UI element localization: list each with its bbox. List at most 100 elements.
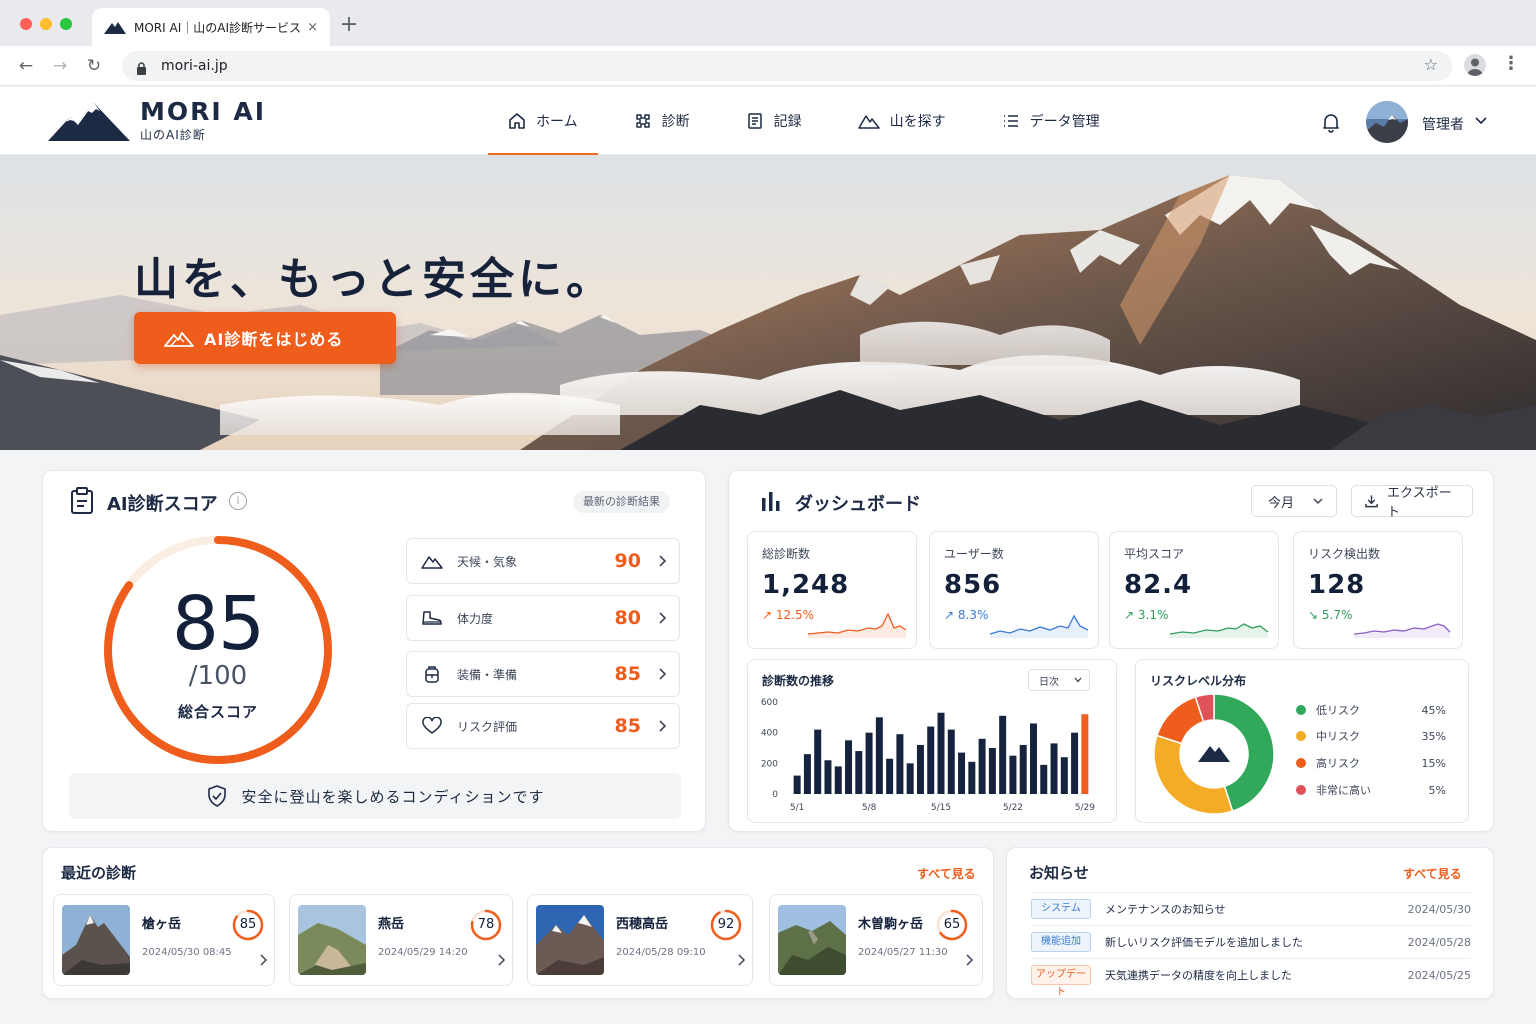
stat-value: 128	[1308, 570, 1366, 600]
address-bar[interactable]: mori-ai.jp ☆	[122, 51, 1452, 81]
bell-icon[interactable]	[1320, 111, 1342, 133]
nav-data-management[interactable]: データ管理	[982, 87, 1120, 155]
chevron-right-icon	[659, 612, 667, 624]
metric-risk[interactable]: リスク評価 85	[406, 703, 680, 749]
dashboard-card: ダッシュボード 今月 エクスポート 総診断数 1,248 ↗ 12.5% ユーザ…	[728, 470, 1494, 832]
stat-risk-detections: リスク検出数 128 ↘ 5.7%	[1293, 531, 1463, 649]
nav-data-management-label: データ管理	[1029, 114, 1100, 130]
nav-home[interactable]: ホーム	[488, 87, 598, 156]
recent-mountain-name: 西穂高岳	[616, 917, 669, 932]
nav-record[interactable]: 記録	[726, 87, 822, 155]
stat-change: ↗ 3.1%	[1124, 608, 1169, 622]
period-select-value: 今月	[1268, 495, 1295, 511]
browser-tab-bar: MORI AI｜山のAI診断サービス × +	[0, 0, 1536, 46]
stat-label: リスク検出数	[1308, 547, 1381, 561]
latest-result-badge: 最新の診断結果	[573, 491, 670, 513]
new-tab-button[interactable]: +	[338, 12, 360, 38]
total-score-label: 総合スコア	[177, 703, 258, 721]
period-select[interactable]: 今月	[1251, 485, 1337, 517]
tab-close-icon[interactable]: ×	[307, 20, 318, 35]
legend-swatch	[1296, 785, 1306, 795]
chevron-down-icon[interactable]	[1474, 113, 1488, 127]
info-icon[interactable]: i	[229, 492, 247, 510]
chevron-right-icon	[966, 954, 974, 966]
metric-value: 80	[614, 607, 641, 629]
trend-bar	[1060, 757, 1068, 794]
news-title: お知らせ	[1029, 864, 1089, 882]
news-date: 2024/05/30	[1407, 902, 1471, 916]
stat-change: ↗ 8.3%	[944, 608, 989, 622]
metric-value: 85	[614, 663, 641, 685]
recent-diagnoses-card: 最近の診断 すべて見る 槍ヶ岳 2024/05/30 08:45 85 燕岳 2…	[42, 847, 994, 999]
home-icon	[509, 113, 525, 129]
news-tag: 機能追加	[1031, 932, 1091, 952]
news-item[interactable]: 機能追加 新しいリスク評価モデルを追加しました 2024/05/28	[1031, 925, 1471, 958]
stat-average-score: 平均スコア 82.4 ↗ 3.1%	[1109, 531, 1279, 649]
metric-stamina[interactable]: 体力度 80	[406, 595, 680, 641]
reload-button[interactable]: ↻	[82, 54, 106, 78]
nav-diagnosis[interactable]: 診断	[614, 87, 710, 155]
legend-label: 高リスク	[1316, 757, 1360, 770]
logo-subtitle: 山のAI診断	[140, 127, 206, 142]
legend-swatch	[1296, 758, 1306, 768]
recent-item[interactable]: 槍ヶ岳 2024/05/30 08:45 85	[53, 894, 275, 986]
start-diagnosis-button[interactable]: AI診断をはじめる	[134, 312, 396, 364]
metric-label: 体力度	[457, 611, 494, 626]
ai-score-title: AI診断スコア	[107, 494, 218, 515]
export-button[interactable]: エクスポート	[1351, 485, 1473, 520]
news-card: お知らせ すべて見る システム メンテナンスのお知らせ 2024/05/30 機…	[1006, 847, 1494, 999]
trend-bar	[1071, 732, 1079, 794]
trend-bar	[793, 775, 801, 794]
recent-date: 2024/05/28 09:10	[616, 947, 706, 958]
legend-item: 非常に高い 5%	[1296, 782, 1446, 798]
risk-distribution-card: リスクレベル分布 低リスク 45% 中リスク 35% 高リスク 15% 非常に高い 5%	[1135, 659, 1469, 823]
bookmark-star-icon[interactable]: ☆	[1424, 55, 1438, 74]
news-item[interactable]: システム メンテナンスのお知らせ 2024/05/30	[1031, 892, 1471, 925]
recent-see-all-link[interactable]: すべて見る	[917, 865, 976, 882]
chevron-down-icon	[1313, 498, 1323, 505]
recent-score-ring: 78	[470, 909, 502, 941]
browser-menu-icon[interactable]: ⋮	[1502, 53, 1520, 74]
recent-item[interactable]: 燕岳 2024/05/29 14:20 78	[289, 894, 513, 986]
total-score-denominator: /100	[188, 661, 248, 691]
recent-item[interactable]: 西穂高岳 2024/05/28 09:10 92	[527, 894, 753, 986]
trend-bar	[886, 758, 894, 794]
trend-bar	[814, 729, 822, 794]
mountain-thumbnail	[778, 905, 846, 975]
recent-item[interactable]: 木曽駒ヶ岳 2024/05/27 11:30 65	[769, 894, 983, 986]
chevron-right-icon	[738, 954, 746, 966]
recent-score-value: 92	[717, 917, 735, 932]
news-item[interactable]: アップデート 天気連携データの精度を向上しました 2024/05/25	[1031, 958, 1471, 998]
browser-profile-icon[interactable]	[1464, 54, 1486, 76]
mountain-thumbnail	[62, 905, 130, 975]
close-window-button[interactable]	[20, 18, 32, 30]
mountain-icon	[164, 332, 194, 347]
metric-weather[interactable]: 天候・気象 90	[406, 538, 680, 584]
metric-equipment[interactable]: 装備・準備 85	[406, 651, 680, 697]
recent-score-value: 85	[239, 917, 257, 932]
news-date: 2024/05/25	[1407, 968, 1471, 982]
legend-value: 35%	[1421, 729, 1446, 743]
news-see-all-link[interactable]: すべて見る	[1403, 865, 1462, 882]
back-button[interactable]: ←	[14, 54, 38, 78]
forward-button[interactable]: →	[48, 54, 72, 78]
nav-find-mountain[interactable]: 山を探す	[838, 87, 966, 155]
start-diagnosis-label: AI診断をはじめる	[204, 330, 344, 349]
site-logo[interactable]: MORI AI 山のAI診断	[48, 97, 266, 143]
avatar[interactable]	[1366, 101, 1408, 143]
minimize-window-button[interactable]	[40, 18, 52, 30]
stat-sparkline	[1170, 623, 1269, 638]
stat-label: 総診断数	[762, 547, 811, 561]
recent-date: 2024/05/29 14:20	[378, 947, 468, 958]
news-tag: システム	[1031, 899, 1091, 919]
recent-mountain-name: 木曽駒ヶ岳	[858, 917, 924, 932]
maximize-window-button[interactable]	[60, 18, 72, 30]
trend-bar-chart: 600 400 200 0 5/1 5/8 5/15 5/22 5/29	[761, 698, 1095, 813]
x-tick-label: 5/15	[931, 803, 951, 813]
news-date: 2024/05/28	[1407, 935, 1471, 949]
trend-bar	[968, 761, 976, 794]
nav-home-label: ホーム	[536, 114, 578, 130]
browser-tab[interactable]: MORI AI｜山のAI診断サービス ×	[92, 8, 330, 46]
user-name[interactable]: 管理者	[1422, 114, 1464, 134]
granularity-select[interactable]: 日次	[1028, 669, 1090, 691]
